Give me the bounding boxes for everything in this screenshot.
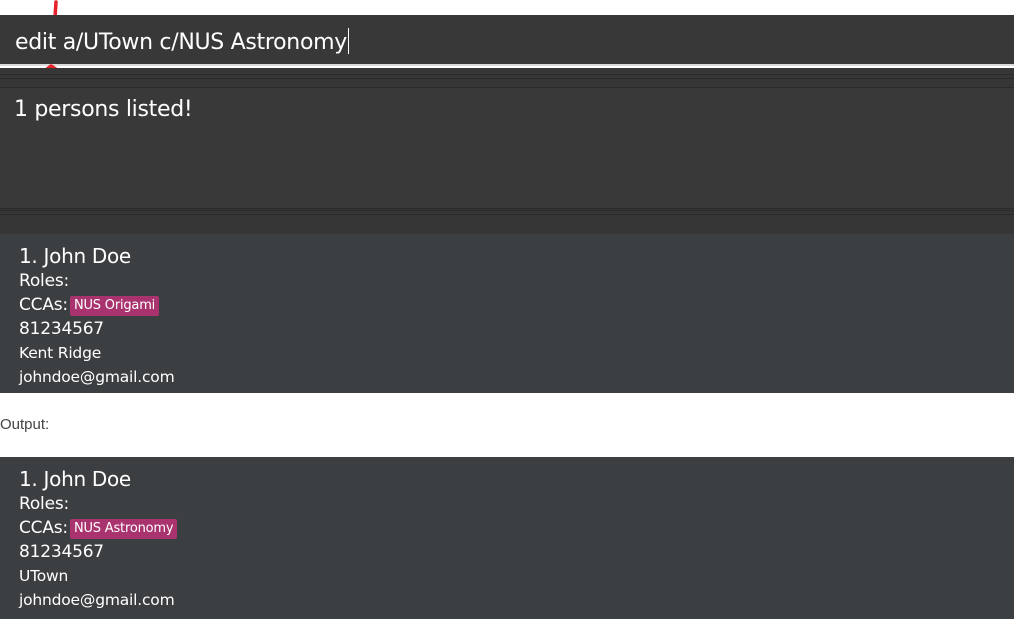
splitter-bottom[interactable] [0,209,1014,234]
command-input[interactable]: edit a/UTown c/NUS Astronomy [15,28,350,55]
text-caret [347,28,350,54]
roles-label: Roles: [19,494,70,514]
phone-text: 81234567 [19,319,104,339]
roles-label: Roles: [19,271,70,291]
cca-tag: NUS Astronomy [69,519,178,539]
email-text: johndoe@gmail.com [19,591,175,609]
command-box[interactable]: edit a/UTown c/NUS Astronomy [0,15,1014,66]
ccas-label: CCAs: [19,518,68,538]
person-card-before[interactable]: 1. John Doe Roles: CCAs: NUS Origami 8123… [0,234,1014,393]
ccas-row: CCAs: NUS Origami [19,293,1014,317]
phone-text: 81234567 [19,542,104,562]
splitter-line [0,78,1014,79]
address-text: UTown [19,567,69,585]
roles-row: Roles: [19,492,1014,516]
email-text: johndoe@gmail.com [19,368,175,386]
cca-tag: NUS Origami [69,296,160,316]
splitter-top[interactable] [0,68,1014,88]
person-name: 1. John Doe [19,467,131,491]
splitter-line [0,210,1014,211]
result-display: 1 persons listed! [0,87,1014,209]
command-input-text: edit a/UTown c/NUS Astronomy [15,30,347,55]
splitter-line [0,74,1014,75]
ccas-label: CCAs: [19,295,68,315]
splitter-line [0,214,1014,215]
address-text: Kent Ridge [19,344,102,362]
ccas-row: CCAs: NUS Astronomy [19,516,1014,540]
result-message: 1 persons listed! [14,97,193,122]
person-card-after[interactable]: 1. John Doe Roles: CCAs: NUS Astronomy 81… [0,457,1014,619]
person-name: 1. John Doe [19,244,131,268]
roles-row: Roles: [19,269,1014,293]
output-label: Output: [0,416,50,433]
